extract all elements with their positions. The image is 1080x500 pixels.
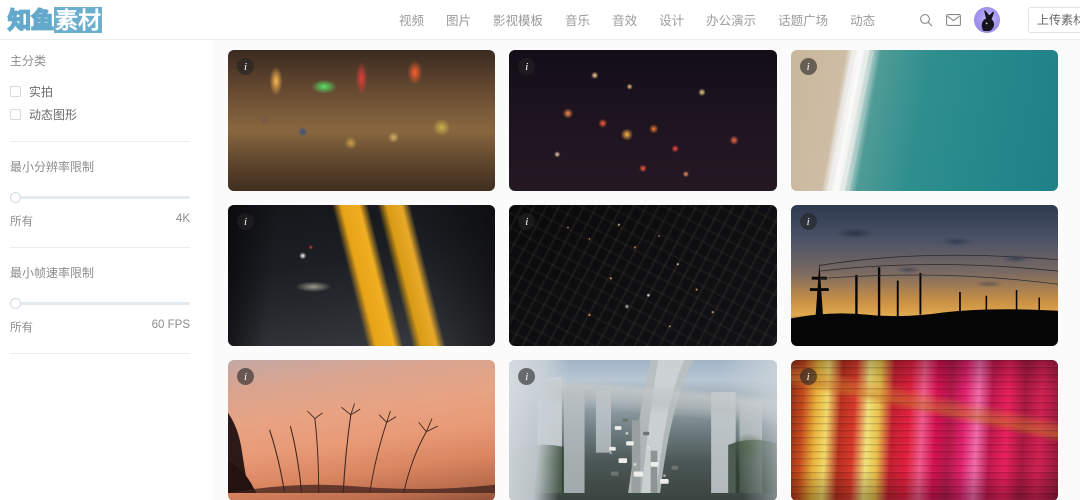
info-icon[interactable]: i [799,58,817,75]
nav-item-forum[interactable]: 话题广场 [778,10,828,29]
framerate-slider-range: 所有 60 FPS [10,319,190,335]
nav-item-office[interactable]: 办公演示 [706,10,756,29]
header-actions: 上传素材 [918,6,1080,33]
checkbox-motion-graphics[interactable] [10,109,21,120]
thumbnail-city-night-aerial [509,205,777,346]
media-card[interactable]: i [228,50,496,191]
media-card[interactable]: i [228,205,496,346]
thumbnail-power-lines-dusk [790,205,1058,346]
nav-item-feed[interactable]: 动态 [850,10,875,29]
checkbox-row-motion-graphics[interactable]: 动态图形 [10,106,190,123]
checkbox-row-live-action[interactable]: 实拍 [10,83,190,100]
results-area: i i i i i i i i i [212,40,1080,500]
thumbnail-sunset-grass [228,360,496,500]
avatar-rabbit-icon [981,9,995,31]
checkbox-label-motion-graphics: 动态图形 [29,108,78,122]
grass-silhouette [228,403,496,494]
media-card[interactable]: i [228,360,496,500]
sidebar-divider-1 [10,141,190,142]
resolution-filter-title: 最小分辨率限制 [10,160,95,174]
media-card[interactable]: i [790,360,1058,500]
resolution-filter: 最小分辨率限制 所有 4K [10,158,190,229]
info-icon[interactable]: i [237,58,254,75]
logo-solid-text: 素材 [54,6,102,33]
checkbox-label-live-action: 实拍 [29,85,54,99]
thumbnail-beach-aerial [790,50,1058,191]
info-icon[interactable]: i [237,213,254,230]
category-section-title: 主分类 [10,54,47,68]
info-icon[interactable]: i [799,368,817,385]
media-card[interactable]: i [790,205,1058,346]
info-icon[interactable]: i [799,213,817,230]
framerate-filter: 最小帧速率限制 所有 60 FPS [10,264,190,335]
resolution-min-label: 所有 [10,216,33,228]
avatar[interactable] [973,6,1000,33]
media-card[interactable]: i [790,50,1058,191]
logo-outline-text: 知鱼 [7,6,55,34]
checkbox-live-action[interactable] [10,86,21,97]
pylon-silhouette [790,254,1058,339]
search-icon[interactable] [918,12,934,28]
resolution-max-label: 4K [175,213,190,225]
framerate-slider[interactable] [10,297,190,309]
nav-item-template[interactable]: 影视模板 [493,10,543,29]
info-icon[interactable]: i [237,368,254,385]
sidebar-divider-2 [10,247,190,248]
top-header: 知鱼 素材 视频 图片 影视模板 音乐 音效 设计 办公演示 话题广场 动态 上… [0,0,1080,40]
main-nav: 视频 图片 影视模板 音乐 音效 设计 办公演示 话题广场 动态 [399,10,875,29]
upload-button[interactable]: 上传素材 [1027,6,1080,33]
thumbnail-traffic-bokeh [509,50,777,191]
media-card[interactable]: i [509,205,777,346]
framerate-slider-handle[interactable] [10,298,21,309]
media-card[interactable]: i [509,50,777,191]
thumbnail-neon-reflection [790,360,1058,500]
nav-item-video[interactable]: 视频 [399,10,424,29]
framerate-max-label: 60 FPS [151,319,190,331]
thumbnail-night-market [228,50,496,191]
resolution-slider-range: 所有 4K [10,213,190,229]
media-grid: i i i i i i i i i [228,50,1058,500]
nav-item-sfx[interactable]: 音效 [612,10,637,29]
nav-item-music[interactable]: 音乐 [565,10,590,29]
site-logo[interactable]: 知鱼 素材 [7,6,102,34]
resolution-slider-handle[interactable] [10,192,21,203]
page-body: 主分类 实拍 动态图形 最小分辨率限制 所有 4K 最小帧速率限制 所有 60 … [0,40,1080,500]
filter-sidebar: 主分类 实拍 动态图形 最小分辨率限制 所有 4K 最小帧速率限制 所有 60 … [0,40,212,500]
thumbnail-city-traffic [509,360,777,500]
thumbnail-subway-platform [228,205,496,346]
framerate-filter-title: 最小帧速率限制 [10,266,95,280]
framerate-slider-track[interactable] [10,302,190,305]
mail-icon[interactable] [946,12,962,28]
resolution-slider-track[interactable] [10,196,190,199]
resolution-slider[interactable] [10,191,190,203]
sidebar-divider-3 [10,353,190,354]
framerate-min-label: 所有 [10,322,33,334]
overpass-silhouette [509,360,777,494]
nav-item-image[interactable]: 图片 [446,10,471,29]
nav-item-design[interactable]: 设计 [659,10,684,29]
media-card[interactable]: i [509,360,777,500]
